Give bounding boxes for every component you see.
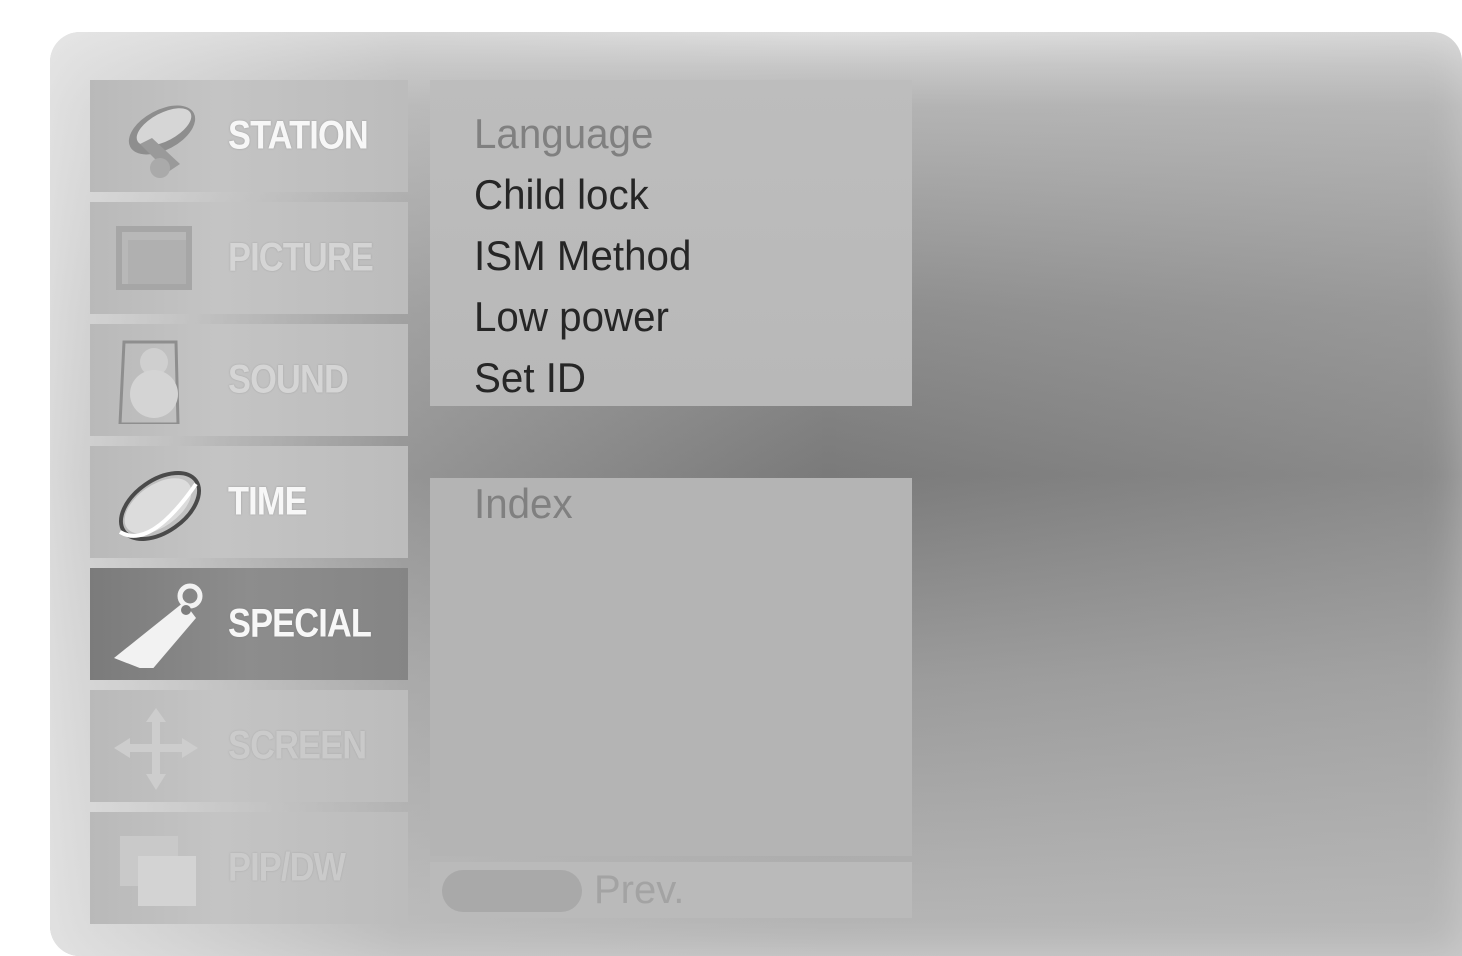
- submenu-item-ism-method[interactable]: ISM Method: [474, 232, 691, 280]
- menu-item-pip-dw[interactable]: PIP/DW: [90, 812, 408, 924]
- osd-menu-frame: STATION PICTURE SOUND TIME SPECIAL SCREE…: [50, 32, 1462, 956]
- submenu-item-set-id[interactable]: Set ID: [474, 354, 586, 402]
- picture-icon: [116, 226, 192, 290]
- menu-item-screen[interactable]: SCREEN: [90, 690, 408, 802]
- menu-item-label: PICTURE: [228, 235, 374, 280]
- menu-item-label: PIP/DW: [228, 845, 346, 890]
- submenu-item-child-lock[interactable]: Child lock: [474, 171, 649, 219]
- menu-item-label: SCREEN: [228, 723, 367, 768]
- footer-bar: Prev.: [430, 862, 912, 918]
- index-panel: Index: [430, 478, 912, 856]
- prev-key-button[interactable]: [442, 870, 582, 912]
- menu-item-time[interactable]: TIME: [90, 446, 408, 558]
- menu-item-label: SPECIAL: [228, 601, 372, 646]
- index-label: Index: [474, 480, 573, 527]
- submenu-item-language[interactable]: Language: [474, 110, 653, 158]
- speaker-icon: [118, 340, 180, 424]
- clock-ring-icon: [118, 470, 202, 542]
- menu-item-label: STATION: [228, 113, 369, 158]
- menu-item-label: TIME: [228, 479, 308, 524]
- prev-label: Prev.: [594, 868, 685, 912]
- satellite-dish-icon: [128, 105, 196, 178]
- tag-icon: [114, 583, 203, 668]
- menu-item-station[interactable]: STATION: [90, 80, 408, 192]
- menu-item-label: SOUND: [228, 357, 349, 402]
- submenu-panel: Language Child lock ISM Method Low power…: [430, 80, 912, 406]
- menu-item-sound[interactable]: SOUND: [90, 324, 408, 436]
- menu-item-special[interactable]: SPECIAL: [90, 568, 408, 680]
- submenu-item-low-power[interactable]: Low power: [474, 293, 669, 341]
- pip-icon: [120, 836, 196, 906]
- menu-item-picture[interactable]: PICTURE: [90, 202, 408, 314]
- move-arrows-icon: [114, 708, 198, 790]
